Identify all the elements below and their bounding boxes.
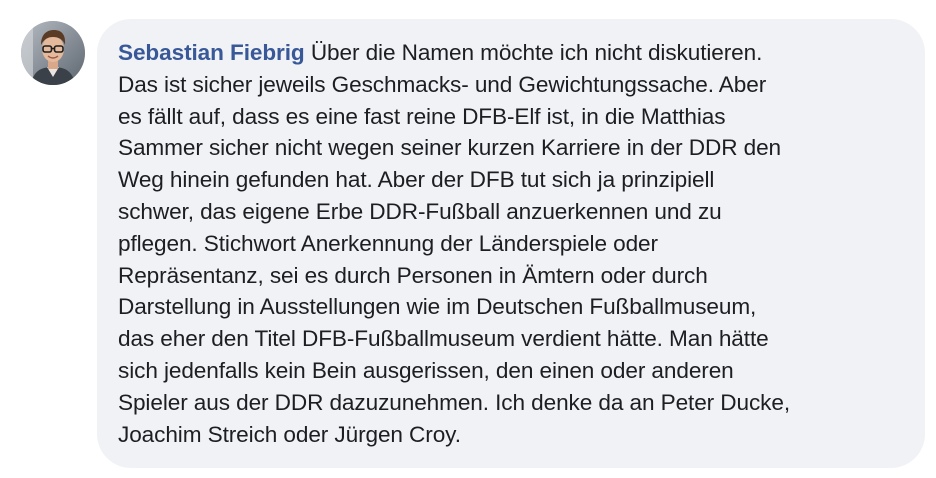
author-avatar[interactable] (21, 21, 85, 85)
avatar-photo-icon (21, 21, 85, 85)
comment-bubble: Sebastian Fiebrig Über die Namen möchte … (97, 19, 925, 468)
comment-body: Sebastian Fiebrig Über die Namen möchte … (118, 37, 905, 450)
comment: Sebastian Fiebrig Über die Namen möchte … (0, 0, 936, 478)
comment-text: Über die Namen möchte ich nicht diskutie… (118, 40, 790, 447)
author-name-link[interactable]: Sebastian Fiebrig (118, 40, 305, 65)
